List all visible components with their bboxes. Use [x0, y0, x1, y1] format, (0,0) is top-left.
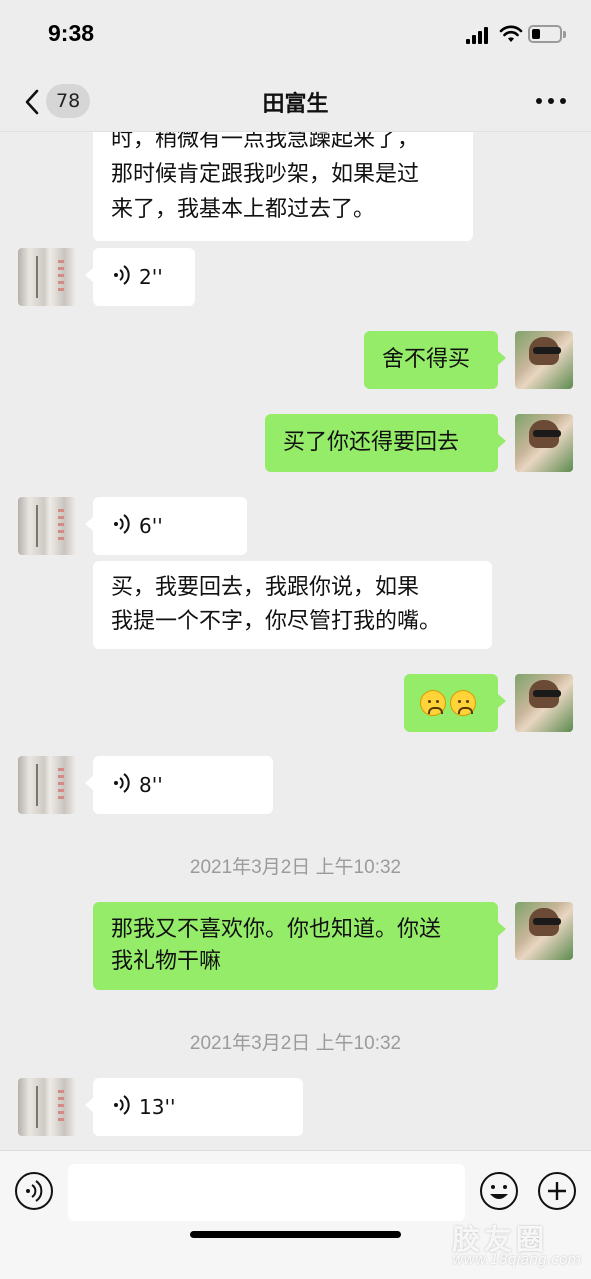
outgoing-text-message[interactable]: 买了你还得要回去	[265, 414, 506, 472]
outgoing-text-message[interactable]: 那我又不喜欢你。你也知道。你送 我礼物干嘛	[93, 902, 506, 990]
voice-wave-icon	[114, 773, 130, 793]
voice-mode-icon[interactable]	[14, 1171, 54, 1211]
my-avatar[interactable]	[515, 902, 573, 960]
message-timestamp: 2021年3月2日 上午10:32	[189, 857, 402, 878]
incoming-text-message[interactable]: 时，稍微有一点我急躁起来了， 那时候肯定跟我吵架，如果是过 来了，我基本上都过去…	[93, 132, 473, 241]
voice-wave-icon	[114, 514, 130, 534]
home-indicator[interactable]	[190, 1231, 401, 1238]
more-dot	[536, 98, 542, 104]
message-timestamp: 2021年3月2日 上午10:32	[189, 1033, 402, 1054]
contact-avatar[interactable]	[18, 756, 76, 814]
battery-cap	[563, 31, 566, 38]
watermark-url: www.18qiang.com	[452, 1252, 582, 1268]
chat-header: 78 田富生	[0, 70, 591, 132]
voice-duration: 2''	[139, 265, 163, 289]
my-avatar[interactable]	[515, 414, 573, 472]
voice-wave-icon	[114, 265, 130, 285]
incoming-voice-message[interactable]: 8''	[85, 756, 273, 814]
more-options-button[interactable]	[534, 90, 568, 110]
cellular-signal-icon	[466, 27, 492, 44]
my-avatar[interactable]	[515, 674, 573, 732]
outgoing-text-message[interactable]: 舍不得买	[364, 331, 506, 389]
incoming-voice-message[interactable]: 13''	[85, 1078, 303, 1136]
incoming-text-message[interactable]: 买，我要回去，我跟你说，如果 我提一个不字，你尽管打我的嘴。	[93, 561, 492, 649]
voice-duration: 6''	[139, 514, 163, 538]
chat-title: 田富生	[262, 92, 329, 117]
voice-duration: 13''	[139, 1095, 176, 1119]
contact-avatar[interactable]	[18, 1078, 76, 1136]
status-time: 9:38	[48, 20, 95, 46]
incoming-voice-message[interactable]: 6''	[85, 497, 247, 555]
frowning-face-emoji-icon	[420, 690, 446, 716]
status-bar: 9:38	[0, 0, 591, 70]
more-dot	[560, 98, 566, 104]
outgoing-emoji-message[interactable]	[404, 674, 506, 732]
plus-icon[interactable]	[537, 1171, 577, 1211]
battery-icon	[528, 25, 562, 43]
incoming-voice-message[interactable]: 2''	[85, 248, 195, 306]
my-avatar[interactable]	[515, 331, 573, 389]
frowning-face-emoji-icon	[450, 690, 476, 716]
message-input[interactable]	[68, 1164, 465, 1221]
contact-avatar[interactable]	[18, 497, 76, 555]
wifi-icon	[499, 25, 523, 42]
message-list[interactable]: 时，稍微有一点我急躁起来了， 那时候肯定跟我吵架，如果是过 来了，我基本上都过去…	[0, 132, 591, 1150]
voice-duration: 8''	[139, 773, 163, 797]
more-dot	[548, 98, 554, 104]
voice-wave-icon	[114, 1095, 130, 1115]
emoji-icon[interactable]	[479, 1171, 519, 1211]
contact-avatar[interactable]	[18, 248, 76, 306]
